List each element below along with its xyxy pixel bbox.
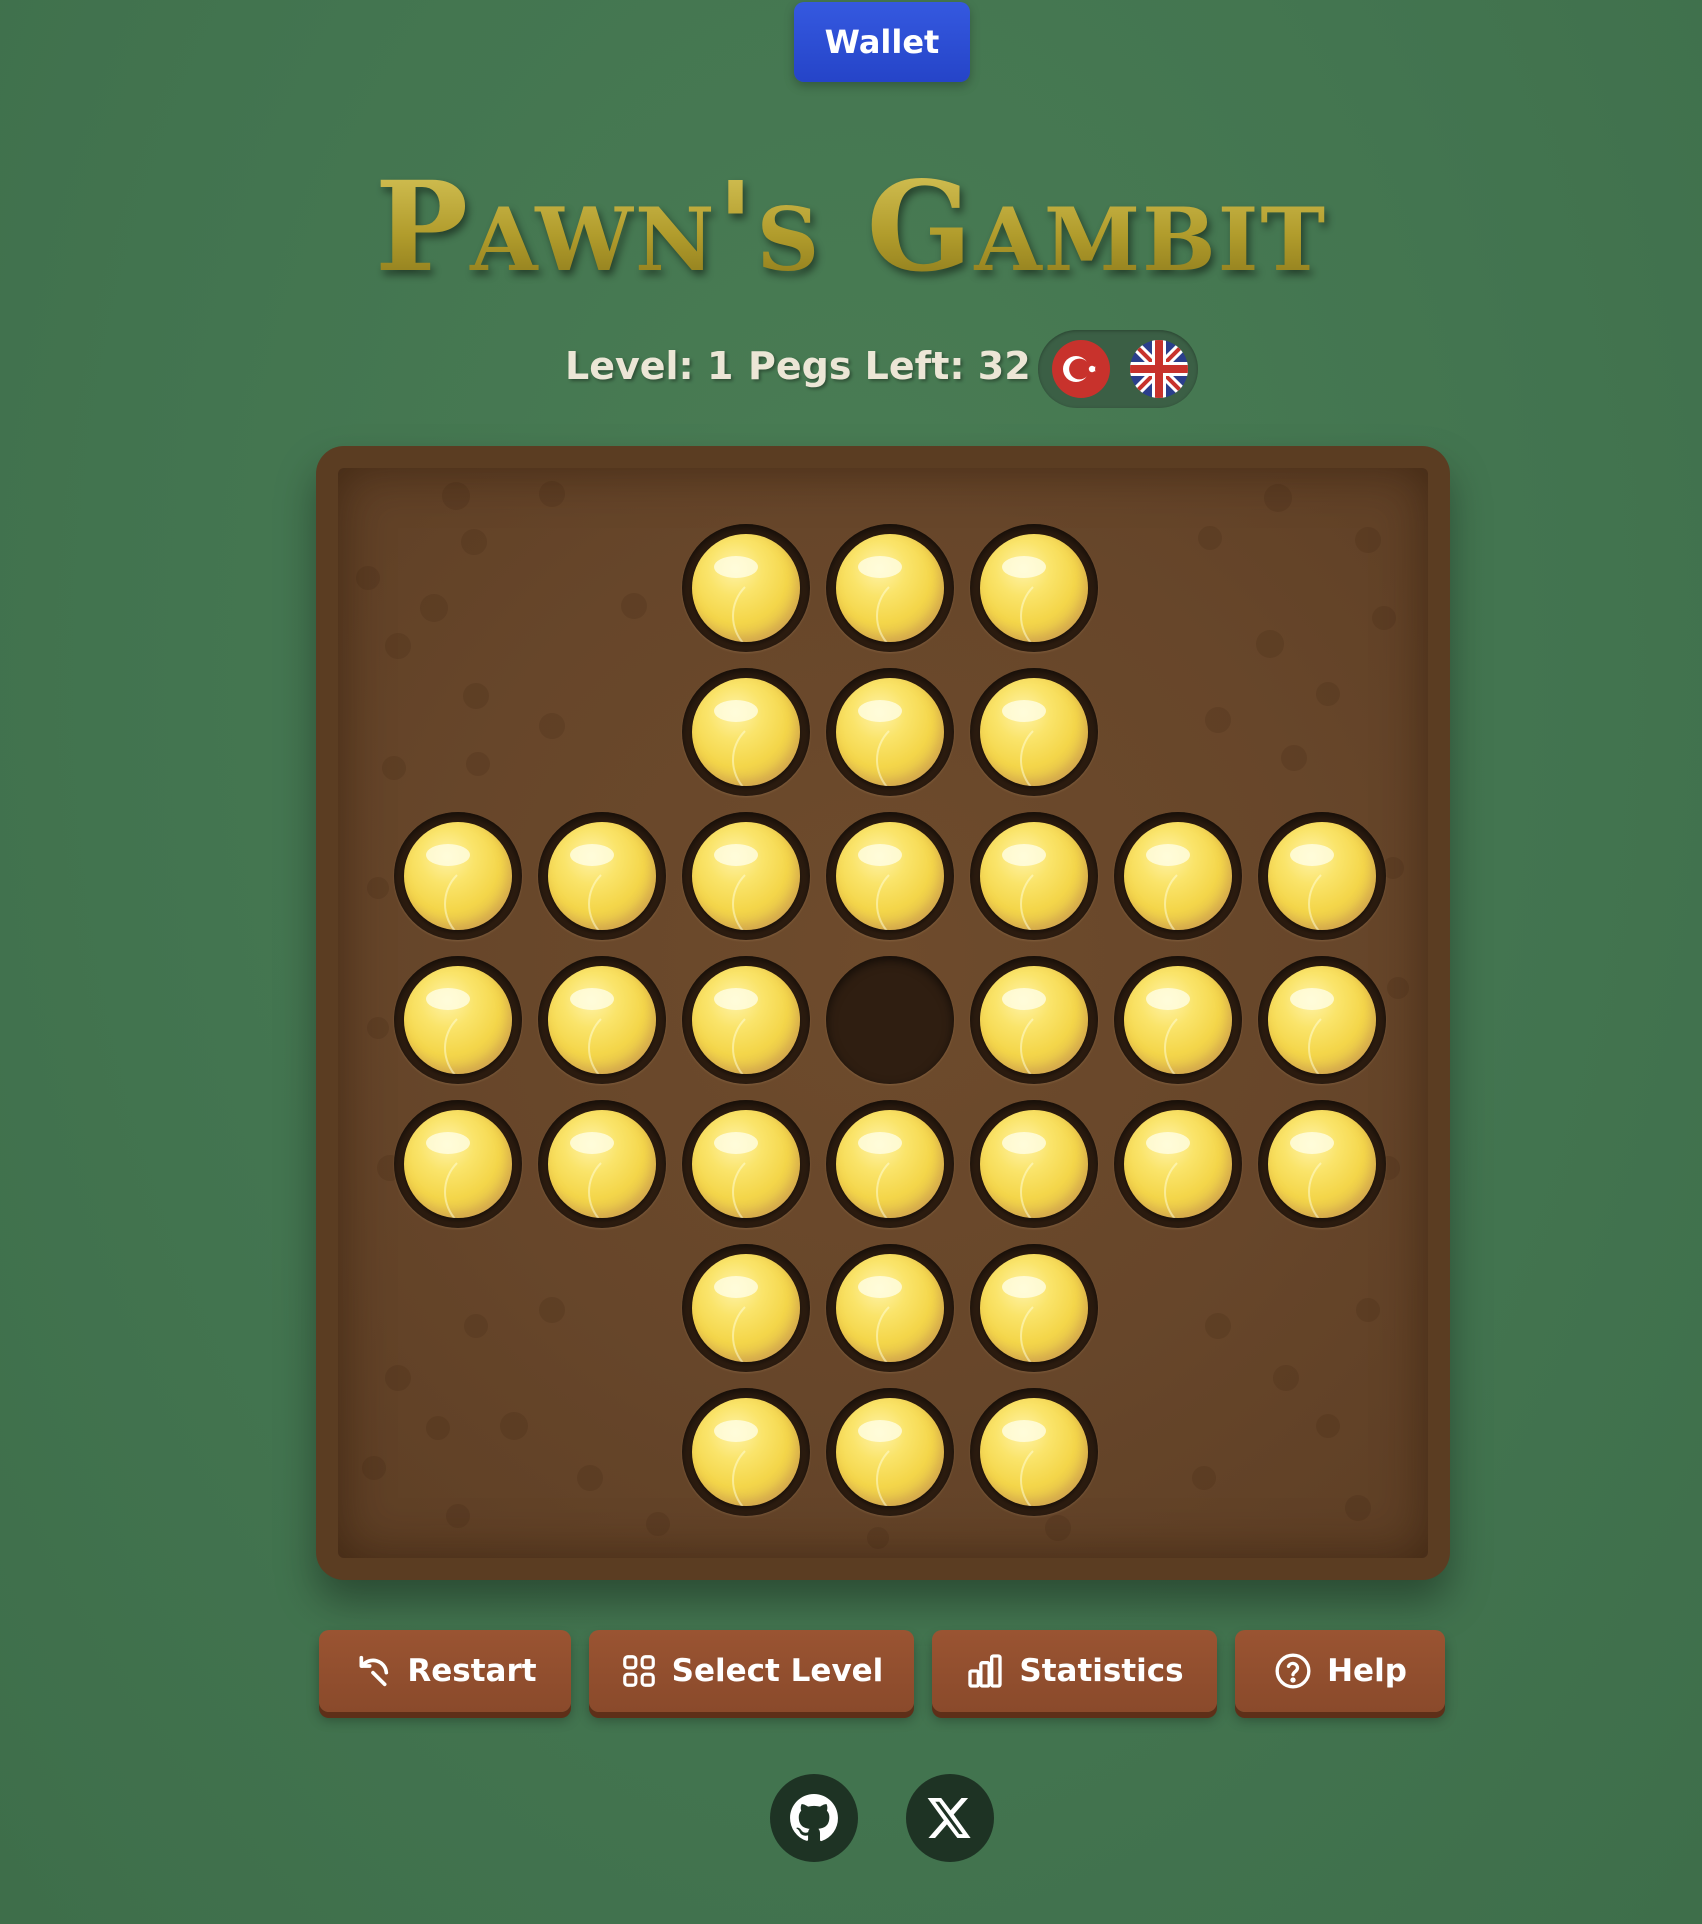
board-hole[interactable] [394,1100,522,1228]
peg[interactable] [692,966,800,1074]
uk-flag-icon[interactable] [1130,340,1188,398]
board-hole[interactable] [826,812,954,940]
github-link[interactable] [770,1774,858,1862]
board-hole[interactable] [394,812,522,940]
help-button[interactable]: Help [1235,1630,1445,1712]
peg[interactable] [692,678,800,786]
help-circle-icon [1275,1653,1311,1689]
peg[interactable] [548,1110,656,1218]
peg[interactable] [1124,1110,1232,1218]
turkey-flag-icon[interactable] [1052,340,1110,398]
peg[interactable] [980,1254,1088,1362]
board-hole[interactable] [1258,1100,1386,1228]
board-hole[interactable] [970,668,1098,796]
grid-icon [622,1655,655,1687]
peg[interactable] [404,1110,512,1218]
board-hole[interactable] [538,812,666,940]
board-hole[interactable] [826,1100,954,1228]
peg[interactable] [980,678,1088,786]
help-label: Help [1327,1653,1407,1689]
board-hole[interactable] [1114,1100,1242,1228]
board-hole[interactable] [682,524,810,652]
board-hole[interactable] [970,524,1098,652]
select-level-button[interactable]: Select Level [589,1630,914,1712]
peg[interactable] [1268,822,1376,930]
board-hole[interactable] [682,956,810,1084]
peg[interactable] [404,822,512,930]
peg[interactable] [692,534,800,642]
peg[interactable] [980,534,1088,642]
board-hole[interactable] [970,1388,1098,1516]
restart-button[interactable]: Restart [319,1630,571,1712]
peg[interactable] [980,966,1088,1074]
peg[interactable] [1124,822,1232,930]
peg[interactable] [404,966,512,1074]
board-hole[interactable] [682,1100,810,1228]
board-hole[interactable] [970,1244,1098,1372]
peg[interactable] [548,966,656,1074]
pegs-left-counter: Pegs Left: 32 [748,344,1031,388]
x-logo-icon [927,1798,971,1838]
game-board [316,446,1450,1580]
control-buttons: Restart Select Level Statistics Help [0,1630,1702,1720]
peg[interactable] [836,822,944,930]
board-hole[interactable] [826,524,954,652]
peg[interactable] [980,1398,1088,1506]
peg[interactable] [836,1254,944,1362]
game-title: Pawn's Gambit [0,158,1702,298]
restart-label: Restart [407,1653,537,1689]
board-hole[interactable] [538,1100,666,1228]
peg[interactable] [980,1110,1088,1218]
board-hole[interactable] [682,1388,810,1516]
peg[interactable] [692,1110,800,1218]
board-hole[interactable] [682,1244,810,1372]
statistics-label: Statistics [1019,1653,1184,1689]
x-link[interactable] [906,1774,994,1862]
board-hole[interactable] [1114,812,1242,940]
peg[interactable] [836,1110,944,1218]
board-hole[interactable] [1258,956,1386,1084]
peg[interactable] [836,534,944,642]
restart-icon [359,1655,389,1687]
board-hole[interactable] [826,1388,954,1516]
bar-chart-icon [968,1654,1003,1688]
board-hole[interactable] [682,668,810,796]
board-surface [338,468,1428,1558]
board-hole[interactable] [970,812,1098,940]
peg[interactable] [1268,966,1376,1074]
peg[interactable] [1268,1110,1376,1218]
select-level-label: Select Level [671,1653,884,1689]
peg[interactable] [836,678,944,786]
status-bar: Level: 1 Pegs Left: 32 [0,330,1702,408]
peg[interactable] [692,822,800,930]
empty-hole[interactable] [826,956,954,1084]
statistics-button[interactable]: Statistics [932,1630,1217,1712]
board-hole[interactable] [1114,956,1242,1084]
board-hole[interactable] [826,1244,954,1372]
peg[interactable] [692,1398,800,1506]
board-hole[interactable] [1258,812,1386,940]
board-hole[interactable] [970,1100,1098,1228]
peg[interactable] [1124,966,1232,1074]
level-indicator: Level: 1 [565,344,734,388]
language-switcher [1038,330,1198,408]
peg[interactable] [548,822,656,930]
board-hole[interactable] [682,812,810,940]
peg[interactable] [692,1254,800,1362]
board-hole[interactable] [538,956,666,1084]
board-hole[interactable] [826,668,954,796]
board-hole[interactable] [970,956,1098,1084]
wallet-button[interactable]: Wallet [794,2,970,82]
board-hole[interactable] [394,956,522,1084]
github-icon [790,1794,838,1842]
peg[interactable] [980,822,1088,930]
peg[interactable] [836,1398,944,1506]
